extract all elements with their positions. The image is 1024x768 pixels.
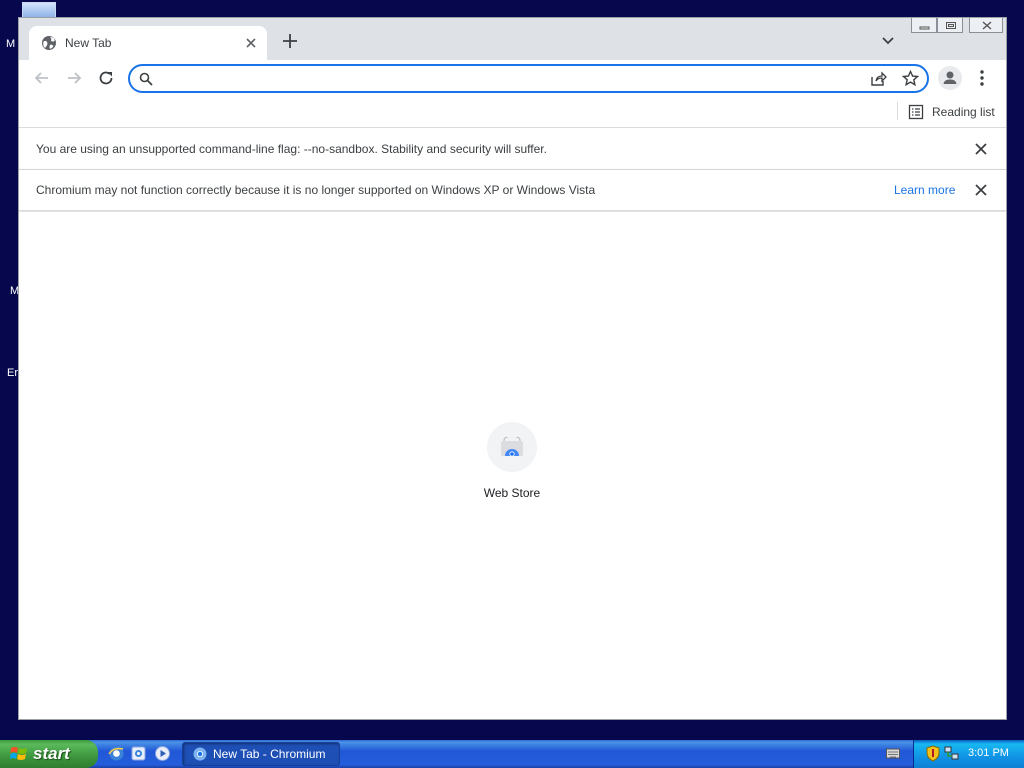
- desktop-icon-label[interactable]: M: [6, 38, 15, 50]
- reading-list-label: Reading list: [932, 105, 995, 119]
- close-icon[interactable]: [243, 35, 259, 51]
- taskbar-item-label: New Tab - Chromium: [213, 747, 326, 761]
- start-button[interactable]: start: [0, 740, 98, 768]
- shortcut-web-store[interactable]: Web Store: [472, 422, 552, 512]
- desktop-icon[interactable]: [22, 2, 56, 18]
- tab-strip: New Tab: [19, 18, 1006, 60]
- minimize-icon: [919, 26, 930, 30]
- close-icon[interactable]: [974, 183, 988, 197]
- more-vertical-icon[interactable]: [977, 69, 987, 87]
- shortcut-label: Web Store: [483, 486, 541, 500]
- maximize-button[interactable]: [937, 18, 963, 33]
- forward-arrow-icon[interactable]: [65, 69, 83, 87]
- system-tray: 3:01 PM: [913, 740, 1024, 768]
- chevron-down-icon[interactable]: [881, 36, 895, 46]
- chromium-icon: [193, 747, 207, 761]
- infobar-message: Chromium may not function correctly beca…: [36, 183, 596, 197]
- toolbar: [19, 60, 1006, 96]
- security-shield-icon[interactable]: [926, 745, 940, 762]
- close-icon: [982, 21, 992, 30]
- share-icon[interactable]: [870, 71, 887, 87]
- reading-list-icon: [908, 104, 924, 120]
- infobar-sandbox-warning: You are using an unsupported command-lin…: [19, 129, 1006, 170]
- search-icon: [139, 72, 153, 86]
- globe-icon: [42, 36, 56, 50]
- taskbar: start New Tab - Chromium 3:01 PM: [0, 740, 1024, 768]
- infobar-message: You are using an unsupported command-lin…: [36, 142, 547, 156]
- reading-list-button[interactable]: Reading list: [908, 102, 995, 122]
- internet-explorer-icon[interactable]: [108, 745, 125, 762]
- address-input[interactable]: [162, 69, 862, 89]
- windows-logo-icon: [10, 747, 27, 760]
- start-label: start: [33, 744, 70, 763]
- address-bar[interactable]: [128, 64, 929, 93]
- divider: [897, 102, 898, 120]
- desktop-shortcut-icon[interactable]: [130, 745, 147, 762]
- tab-new-tab[interactable]: New Tab: [29, 26, 267, 60]
- tab-title: New Tab: [65, 36, 112, 50]
- desktop-icon-label[interactable]: Er: [7, 367, 18, 379]
- star-icon[interactable]: [902, 70, 919, 87]
- person-icon: [943, 71, 957, 84]
- window-close-button[interactable]: [969, 18, 1003, 33]
- keyboard-icon[interactable]: [886, 747, 900, 759]
- minimize-button[interactable]: [911, 18, 937, 33]
- clock: 3:01 PM: [968, 747, 1009, 759]
- learn-more-link[interactable]: Learn more: [894, 183, 955, 197]
- media-player-icon[interactable]: [154, 745, 171, 762]
- back-arrow-icon[interactable]: [33, 69, 51, 87]
- profile-button[interactable]: [938, 66, 962, 90]
- new-tab-page: Web Store: [19, 212, 1006, 719]
- shortcut-tile: [487, 422, 537, 472]
- network-icon[interactable]: [944, 745, 960, 762]
- infobar-unsupported-os: Chromium may not function correctly beca…: [19, 170, 1006, 211]
- bookmarks-bar: Reading list: [19, 96, 1006, 128]
- plus-icon[interactable]: [281, 32, 299, 50]
- browser-window: New Tab Reading list You are using an un…: [18, 17, 1007, 720]
- close-icon[interactable]: [974, 142, 988, 156]
- reload-icon[interactable]: [97, 69, 115, 87]
- restore-icon: [946, 22, 956, 29]
- taskbar-item-chromium[interactable]: New Tab - Chromium: [182, 742, 340, 766]
- web-store-icon: [501, 437, 523, 457]
